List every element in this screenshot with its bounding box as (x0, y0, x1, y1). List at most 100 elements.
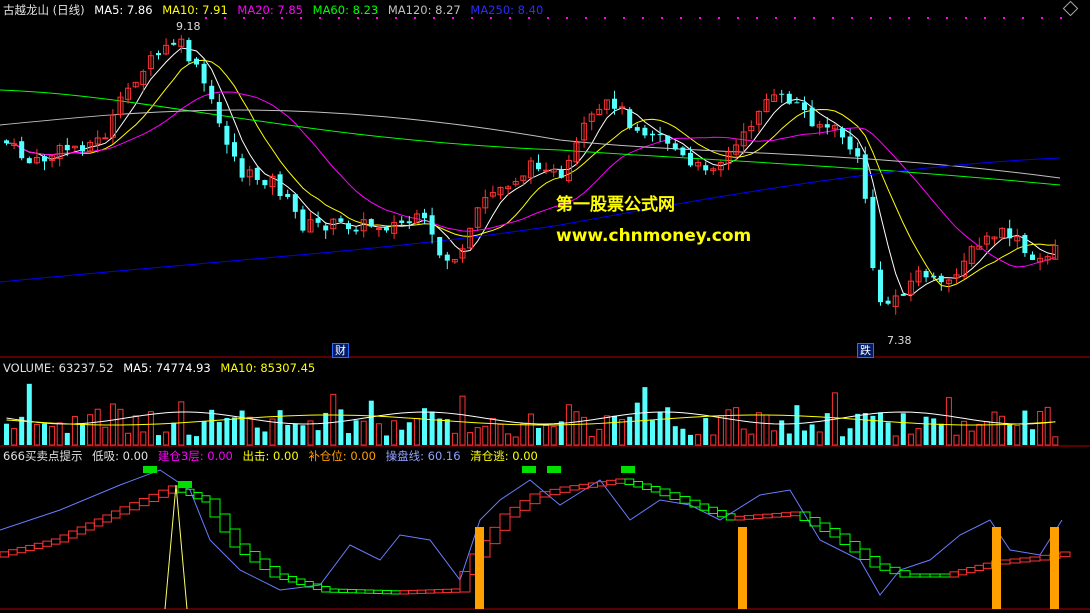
bucang-value: 补仓位: 0.00 (308, 449, 376, 463)
volume-bar (323, 412, 329, 445)
marker-dot (908, 17, 910, 19)
stock-title[interactable]: 古越龙山 (日线) (3, 3, 85, 17)
candle-body (42, 156, 47, 162)
candle-body (885, 300, 891, 304)
candle-body (262, 180, 268, 186)
chart-canvas[interactable] (0, 0, 1090, 613)
signal-marker (178, 481, 192, 488)
stair-down-box (899, 570, 911, 578)
volume-bar (4, 423, 9, 445)
stair-up-box (76, 526, 87, 535)
volume-bar (360, 420, 367, 446)
stair-down-box (839, 533, 851, 545)
candle-body (847, 136, 853, 150)
stair-up-box (119, 506, 131, 515)
stair-down-box (879, 563, 891, 571)
marker-dot (1022, 17, 1024, 19)
stair-down-box (659, 488, 671, 497)
marker-dot (566, 17, 568, 19)
stair-up-box (1019, 557, 1031, 563)
stair-down-box (849, 541, 861, 553)
volume-bar (878, 412, 883, 445)
volume-bar (277, 410, 283, 445)
stair-down-box (321, 586, 331, 593)
candle-body (824, 124, 830, 128)
volume-bar (642, 387, 648, 445)
volume-bar (512, 436, 519, 446)
marker-dot (870, 17, 872, 19)
marker-dot (604, 17, 606, 19)
stair-down-box (909, 573, 921, 578)
marker-dot (851, 17, 853, 19)
volume-bar (497, 423, 504, 446)
jiancang-value: 建仓3层: 0.00 (157, 449, 233, 463)
ma250-line (0, 157, 1061, 283)
volume-bar (94, 408, 101, 446)
financial-report-tag[interactable]: 财 (332, 343, 349, 358)
candle-body (368, 219, 374, 227)
stair-up-box (1009, 558, 1021, 564)
candle-body (665, 135, 671, 144)
volume-bar (444, 419, 450, 445)
high-price-label: 9.18 (176, 20, 201, 33)
candle-body (346, 223, 351, 230)
volume-bar (239, 410, 245, 445)
stair-down-box (390, 590, 401, 595)
volume-bar (794, 405, 800, 445)
stair-up-box (442, 588, 452, 594)
volume-bar (406, 422, 412, 445)
vol-ma10-value: MA10: 85307.45 (220, 361, 316, 375)
dixi-value: 低吸: 0.00 (92, 449, 149, 463)
stair-down-box (364, 589, 375, 594)
stair-up-box (762, 513, 773, 519)
volume-bar (346, 433, 351, 445)
volume-bar (399, 429, 405, 445)
candle-body (277, 174, 283, 197)
candle-body (688, 152, 693, 166)
candle-body (703, 165, 709, 171)
volume-bar (330, 393, 337, 446)
volume-bar (437, 418, 443, 445)
ma5-value: MA5: 7.86 (94, 3, 153, 17)
stair-down-box (329, 588, 340, 593)
stair-down-box (201, 495, 211, 503)
volume-bar (254, 427, 260, 445)
candle-body (938, 275, 944, 283)
candle-body (634, 127, 640, 131)
stair-up-box (489, 526, 501, 545)
spike-line (164, 484, 188, 610)
stair-down-box (799, 511, 811, 521)
signal-marker (143, 466, 157, 473)
marker-dot (927, 17, 929, 19)
volume-bar (285, 424, 291, 445)
volume-bar (140, 431, 147, 446)
volume-bar (665, 407, 671, 445)
volume-bar (353, 420, 359, 445)
stair-down-box (193, 492, 203, 500)
candle-body (878, 269, 883, 303)
volume-bar (391, 420, 398, 446)
candle-body (444, 254, 450, 261)
stair-up-box (780, 512, 792, 517)
candle-body (64, 144, 70, 151)
volume-bar (1030, 429, 1035, 445)
volume-bar (102, 426, 109, 446)
volume-bar (945, 397, 952, 446)
indicator-name[interactable]: 666买卖点提示 (3, 449, 82, 463)
stock-chart-window: 古越龙山 (日线) MA5: 7.86 MA10: 7.91 MA20: 7.8… (0, 0, 1090, 613)
price-drop-tag[interactable]: 跌 (857, 343, 874, 358)
volume-bar (201, 421, 207, 445)
ma60-value: MA60: 8.23 (312, 3, 379, 17)
volume-bar (862, 413, 868, 445)
stair-up-box (999, 559, 1011, 565)
stair-down-box (642, 483, 652, 490)
volume-bar (923, 416, 929, 445)
volume-bar (634, 402, 640, 445)
stair-up-box (50, 538, 61, 545)
stair-down-box (249, 551, 261, 563)
volume-bar (292, 423, 298, 445)
stair-up-box (416, 589, 427, 594)
ma20-value: MA20: 7.85 (237, 3, 303, 17)
marker-dot (889, 17, 891, 19)
volume-bar (816, 431, 823, 446)
